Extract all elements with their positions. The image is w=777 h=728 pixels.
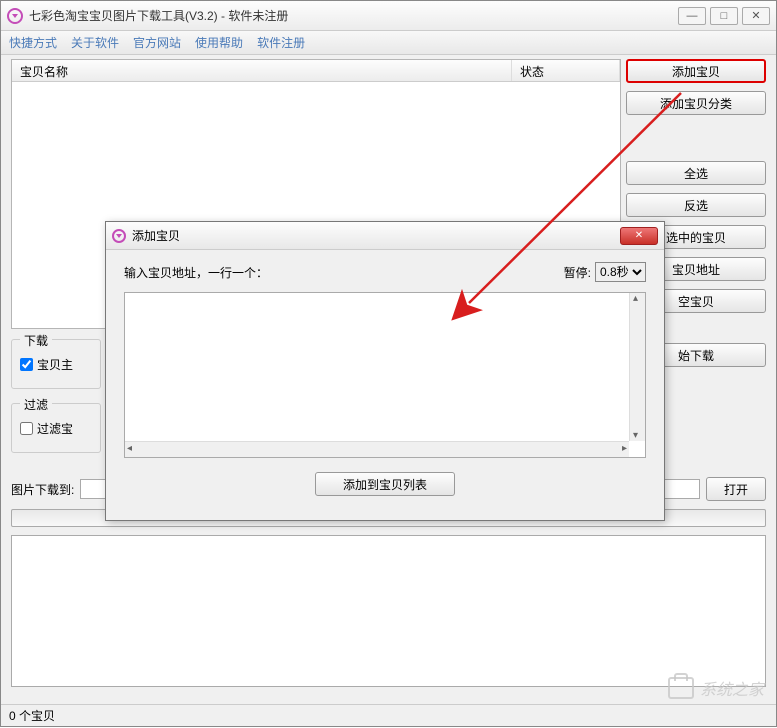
vertical-scrollbar[interactable] xyxy=(629,293,645,441)
filter-checkbox[interactable]: 过滤宝 xyxy=(20,420,92,437)
pause-label: 暂停: xyxy=(564,264,591,281)
watermark: 系统之家 xyxy=(668,676,764,700)
menu-register[interactable]: 软件注册 xyxy=(257,34,305,51)
window-title: 七彩色淘宝宝贝图片下载工具(V3.2) - 软件未注册 xyxy=(29,7,674,24)
dialog-close-button[interactable]: ✕ xyxy=(620,227,658,245)
add-to-list-button[interactable]: 添加到宝贝列表 xyxy=(315,472,455,496)
maximize-button[interactable]: □ xyxy=(710,7,738,25)
statusbar: 0 个宝贝 xyxy=(1,704,776,726)
select-all-button[interactable]: 全选 xyxy=(626,161,766,185)
url-textarea[interactable] xyxy=(124,292,646,458)
filter-group: 过滤 过滤宝 xyxy=(11,403,101,453)
add-category-button[interactable]: 添加宝贝分类 xyxy=(626,91,766,115)
download-group: 下载 宝贝主 xyxy=(11,339,101,389)
invert-selection-button[interactable]: 反选 xyxy=(626,193,766,217)
table-header: 宝贝名称 状态 xyxy=(12,60,620,82)
menu-shortcut[interactable]: 快捷方式 xyxy=(9,34,57,51)
open-button[interactable]: 打开 xyxy=(706,477,766,501)
download-main-checkbox[interactable]: 宝贝主 xyxy=(20,356,92,373)
menu-about[interactable]: 关于软件 xyxy=(71,34,119,51)
dialog-instruction: 输入宝贝地址，一行一个： xyxy=(124,264,268,281)
log-textarea[interactable] xyxy=(11,535,766,687)
add-item-button[interactable]: 添加宝贝 xyxy=(626,59,766,83)
main-window: 七彩色淘宝宝贝图片下载工具(V3.2) - 软件未注册 — □ ✕ 快捷方式 关… xyxy=(0,0,777,727)
menubar: 快捷方式 关于软件 官方网站 使用帮助 软件注册 xyxy=(1,31,776,55)
horizontal-scrollbar[interactable] xyxy=(125,441,629,457)
filter-legend: 过滤 xyxy=(20,396,52,413)
path-label: 图片下载到: xyxy=(11,481,74,498)
menu-help[interactable]: 使用帮助 xyxy=(195,34,243,51)
minimize-button[interactable]: — xyxy=(678,7,706,25)
download-main-check[interactable] xyxy=(20,358,33,371)
dialog-titlebar: 添加宝贝 ✕ xyxy=(106,222,664,250)
filter-check[interactable] xyxy=(20,422,33,435)
add-item-dialog: 添加宝贝 ✕ 输入宝贝地址，一行一个： 暂停: 0.8秒 添加到宝贝列表 xyxy=(105,221,665,521)
dialog-icon xyxy=(112,229,126,243)
col-name[interactable]: 宝贝名称 xyxy=(12,60,512,81)
download-legend: 下载 xyxy=(20,332,52,349)
dialog-title: 添加宝贝 xyxy=(132,227,620,244)
close-button[interactable]: ✕ xyxy=(742,7,770,25)
titlebar: 七彩色淘宝宝贝图片下载工具(V3.2) - 软件未注册 — □ ✕ xyxy=(1,1,776,31)
pause-select[interactable]: 0.8秒 xyxy=(595,262,646,282)
app-icon xyxy=(7,8,23,24)
watermark-icon xyxy=(668,677,694,699)
menu-website[interactable]: 官方网站 xyxy=(133,34,181,51)
col-status[interactable]: 状态 xyxy=(512,60,620,81)
status-count: 0 个宝贝 xyxy=(9,707,55,724)
